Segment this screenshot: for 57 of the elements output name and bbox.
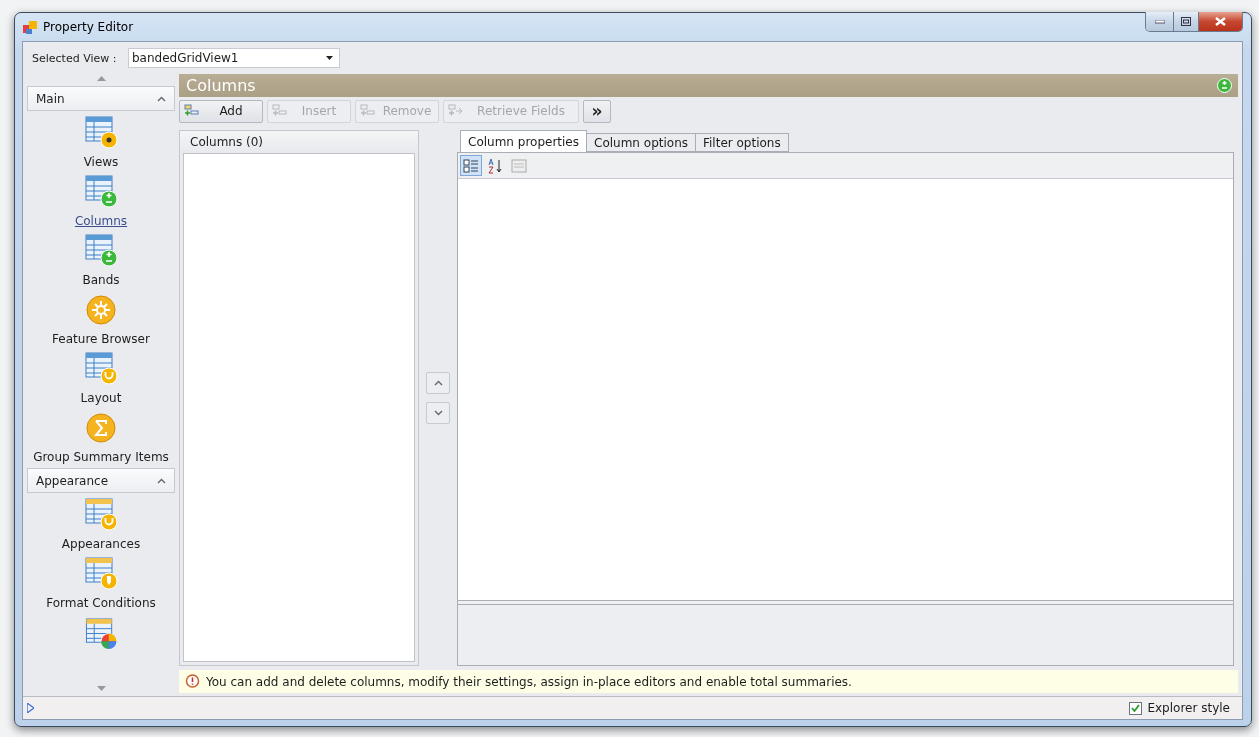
sidebar-item[interactable]: Views — [27, 111, 175, 170]
restore-icon — [1181, 17, 1191, 26]
minimize-icon — [1154, 19, 1165, 24]
list-icon — [272, 104, 288, 118]
table-icon — [84, 233, 118, 267]
move-up-button[interactable] — [426, 372, 450, 394]
table-icon — [84, 174, 118, 208]
list-icon — [360, 104, 376, 118]
collapse-icon — [157, 477, 166, 484]
sidebar-item[interactable]: Feature Browser — [27, 288, 175, 347]
page-header: Columns — [179, 74, 1238, 97]
explorer-style-checkbox[interactable]: Explorer style — [1129, 701, 1230, 715]
categorized-icon — [463, 158, 479, 173]
sigma-icon — [85, 412, 117, 444]
move-down-button[interactable] — [426, 402, 450, 424]
property-view-button[interactable] — [460, 155, 482, 176]
info-icon — [185, 674, 200, 689]
tab[interactable]: Column options — [586, 133, 696, 152]
sidebar-item[interactable]: Appearances — [27, 493, 175, 552]
scroll-down-icon[interactable] — [96, 686, 106, 691]
arrow-icon — [448, 104, 464, 118]
view-dropdown[interactable]: bandedGridView1 — [128, 48, 340, 68]
sidebar-item[interactable]: Columns — [27, 170, 175, 229]
table-icon — [84, 351, 118, 385]
table-icon — [84, 497, 118, 531]
property-pages-icon — [511, 158, 527, 173]
sidebar-item[interactable]: Group Summary Items — [27, 406, 175, 465]
list-icon — [184, 104, 200, 118]
add-remove-icon — [1217, 78, 1232, 93]
collapse-icon — [157, 95, 166, 102]
gear-icon — [85, 294, 117, 326]
tab[interactable]: Column properties — [460, 130, 587, 152]
scroll-up-icon[interactable] — [96, 76, 106, 81]
sidebar-item[interactable]: Bands — [27, 229, 175, 288]
dropdown-arrow-icon — [326, 56, 333, 60]
toolbar-button[interactable]: Add — [179, 99, 263, 123]
maximize-button[interactable] — [1173, 12, 1198, 31]
more-button[interactable]: » — [583, 99, 611, 123]
table-icon — [84, 556, 118, 590]
sort-icon — [487, 157, 503, 174]
group-header[interactable]: Appearance — [27, 468, 175, 493]
play-icon[interactable] — [27, 703, 34, 713]
close-icon — [1215, 17, 1226, 26]
table-icon — [84, 617, 118, 650]
app-icon — [23, 20, 37, 34]
check-icon — [1131, 704, 1141, 712]
sidebar-item[interactable]: Layout — [27, 347, 175, 406]
tab[interactable]: Filter options — [695, 133, 789, 152]
close-button[interactable] — [1198, 12, 1242, 31]
hint-text: You can add and delete columns, modify their settings, assign in-place editors and enable total summaries. — [206, 674, 852, 689]
group-header[interactable]: Main — [27, 86, 175, 111]
selected-view-label: Selected View : — [32, 51, 118, 65]
sidebar-item[interactable]: Format Conditions — [27, 552, 175, 611]
chevron-up-icon — [433, 380, 443, 386]
table-icon — [84, 115, 118, 149]
chevron-down-icon — [433, 410, 443, 416]
window-title: Property Editor — [43, 20, 135, 34]
